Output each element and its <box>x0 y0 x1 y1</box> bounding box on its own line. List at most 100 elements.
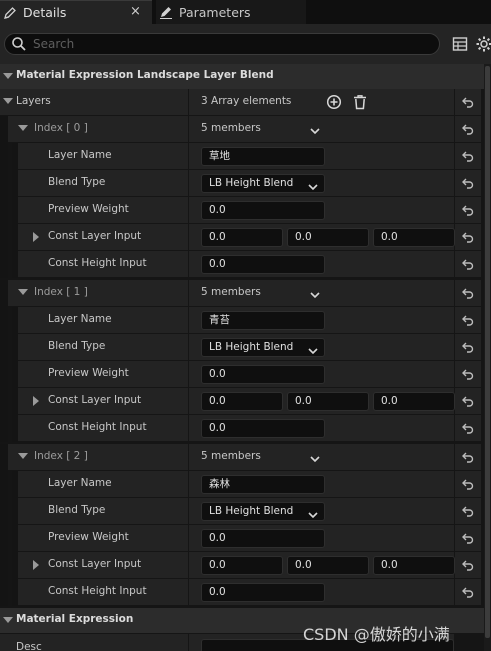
blend-type-dropdown[interactable]: LB Height Blend <box>201 502 325 521</box>
blend-type-value: LB Height Blend <box>209 177 294 189</box>
preview-weight-row: Preview Weight 0.0 <box>0 361 491 388</box>
const-height-input[interactable]: 0.0 <box>201 583 325 602</box>
const-layer-input-y[interactable]: 0.0 <box>287 228 369 247</box>
chevron-down-icon[interactable] <box>310 289 320 302</box>
layer-name-input[interactable]: 森林 <box>201 475 325 494</box>
members-summary: 5 members <box>201 286 261 298</box>
preview-weight-row: Preview Weight 0.0 <box>0 197 491 224</box>
reset-to-default-button[interactable] <box>455 579 481 605</box>
reset-to-default-button[interactable] <box>455 143 481 169</box>
reset-to-default-button[interactable] <box>455 116 481 142</box>
reset-to-default-button[interactable] <box>455 498 481 524</box>
layer-name-input[interactable]: 草地 <box>201 147 325 166</box>
expand-arrow-icon[interactable] <box>18 125 28 131</box>
blend-type-dropdown[interactable]: LB Height Blend <box>201 338 325 357</box>
blend-type-row: Blend Type LB Height Blend <box>0 170 491 197</box>
const-layer-input-z[interactable]: 0.0 <box>373 228 455 247</box>
tab-bar: Details × Parameters <box>0 0 491 24</box>
reset-to-default-button[interactable] <box>455 552 481 578</box>
delete-all-icon[interactable] <box>352 94 368 113</box>
const-height-input[interactable]: 0.0 <box>201 255 325 274</box>
reset-to-default-button[interactable] <box>455 361 481 387</box>
array-index-row: Index [ 0 ] 5 members <box>0 116 491 143</box>
reset-to-default-button[interactable] <box>455 170 481 196</box>
const-layer-input-x[interactable]: 0.0 <box>201 392 283 411</box>
blend-type-value: LB Height Blend <box>209 505 294 517</box>
expand-arrow-icon[interactable] <box>3 73 13 79</box>
edit-list-icon <box>159 5 173 19</box>
search-row <box>0 24 491 64</box>
index-label: Index [ 1 ] <box>34 286 88 298</box>
preview-weight-input[interactable]: 0.0 <box>201 529 325 548</box>
const-layer-input-label: Const Layer Input <box>48 230 142 242</box>
scrollbar-thumb[interactable] <box>485 66 490 638</box>
blend-type-dropdown[interactable]: LB Height Blend <box>201 174 325 193</box>
close-icon[interactable]: × <box>130 4 141 19</box>
members-summary: 5 members <box>201 450 261 462</box>
preview-weight-label: Preview Weight <box>48 203 129 215</box>
search-icon <box>11 36 27 52</box>
expand-arrow-icon[interactable] <box>18 289 28 295</box>
scrollbar-track[interactable] <box>484 64 491 651</box>
const-height-input[interactable]: 0.0 <box>201 419 325 438</box>
reset-to-default-button[interactable] <box>455 471 481 497</box>
blend-type-row: Blend Type LB Height Blend <box>0 498 491 525</box>
preview-weight-label: Preview Weight <box>48 531 129 543</box>
array-index-row: Index [ 2 ] 5 members <box>0 444 491 471</box>
tab-details-label: Details <box>23 5 67 20</box>
reset-to-default-button[interactable] <box>455 388 481 414</box>
chevron-down-icon[interactable] <box>310 125 320 138</box>
preview-weight-input[interactable]: 0.0 <box>201 201 325 220</box>
category-title: Material Expression Landscape Layer Blen… <box>16 69 274 81</box>
preview-weight-input[interactable]: 0.0 <box>201 365 325 384</box>
table-view-icon[interactable] <box>452 36 468 52</box>
const-height-input-label: Const Height Input <box>48 257 147 269</box>
expand-arrow-icon[interactable] <box>33 560 39 570</box>
tab-details[interactable]: Details × <box>0 0 152 24</box>
const-layer-input-x[interactable]: 0.0 <box>201 228 283 247</box>
expand-arrow-icon[interactable] <box>18 453 28 459</box>
index-label: Index [ 2 ] <box>34 450 88 462</box>
reset-to-default-button[interactable] <box>455 307 481 333</box>
search-input[interactable] <box>33 37 413 51</box>
members-summary: 5 members <box>201 122 261 134</box>
const-height-input-label: Const Height Input <box>48 585 147 597</box>
expand-arrow-icon[interactable] <box>33 232 39 242</box>
pencil-icon <box>3 6 17 20</box>
layer-name-label: Layer Name <box>48 149 112 161</box>
reset-to-default-button[interactable] <box>455 525 481 551</box>
const-layer-input-y[interactable]: 0.0 <box>287 392 369 411</box>
layer-name-input[interactable]: 青苔 <box>201 311 325 330</box>
reset-to-default-button[interactable] <box>455 334 481 360</box>
preview-weight-row: Preview Weight 0.0 <box>0 525 491 552</box>
expand-arrow-icon[interactable] <box>3 98 13 104</box>
const-layer-input-row: Const Layer Input 0.0 0.0 0.0 <box>0 388 491 415</box>
const-layer-input-label: Const Layer Input <box>48 558 142 570</box>
const-height-input-row: Const Height Input 0.0 <box>0 415 491 442</box>
add-element-icon[interactable] <box>326 94 342 113</box>
const-layer-input-x[interactable]: 0.0 <box>201 556 283 575</box>
chevron-down-icon <box>308 508 318 525</box>
reset-to-default-button[interactable] <box>455 280 481 306</box>
reset-to-default-button[interactable] <box>455 251 481 277</box>
expand-arrow-icon[interactable] <box>33 396 39 406</box>
layer-name-label: Layer Name <box>48 477 112 489</box>
reset-to-default-button[interactable] <box>455 224 481 250</box>
const-layer-input-y[interactable]: 0.0 <box>287 556 369 575</box>
reset-to-default-button[interactable] <box>455 89 481 115</box>
const-layer-input-z[interactable]: 0.0 <box>373 392 455 411</box>
desc-label: Desc <box>16 641 42 651</box>
reset-to-default-button[interactable] <box>455 444 481 470</box>
chevron-down-icon[interactable] <box>310 453 320 466</box>
chevron-down-icon <box>308 344 318 361</box>
expand-arrow-icon[interactable] <box>3 617 13 623</box>
blend-type-label: Blend Type <box>48 340 106 352</box>
reset-to-default-button[interactable] <box>455 415 481 441</box>
settings-gear-icon[interactable] <box>476 36 491 52</box>
search-box[interactable] <box>4 33 440 55</box>
reset-to-default-button[interactable] <box>455 197 481 223</box>
const-layer-input-z[interactable]: 0.0 <box>373 556 455 575</box>
category-landscape-layer-blend[interactable]: Material Expression Landscape Layer Blen… <box>0 64 491 89</box>
preview-weight-label: Preview Weight <box>48 367 129 379</box>
tab-parameters[interactable]: Parameters <box>156 0 306 24</box>
